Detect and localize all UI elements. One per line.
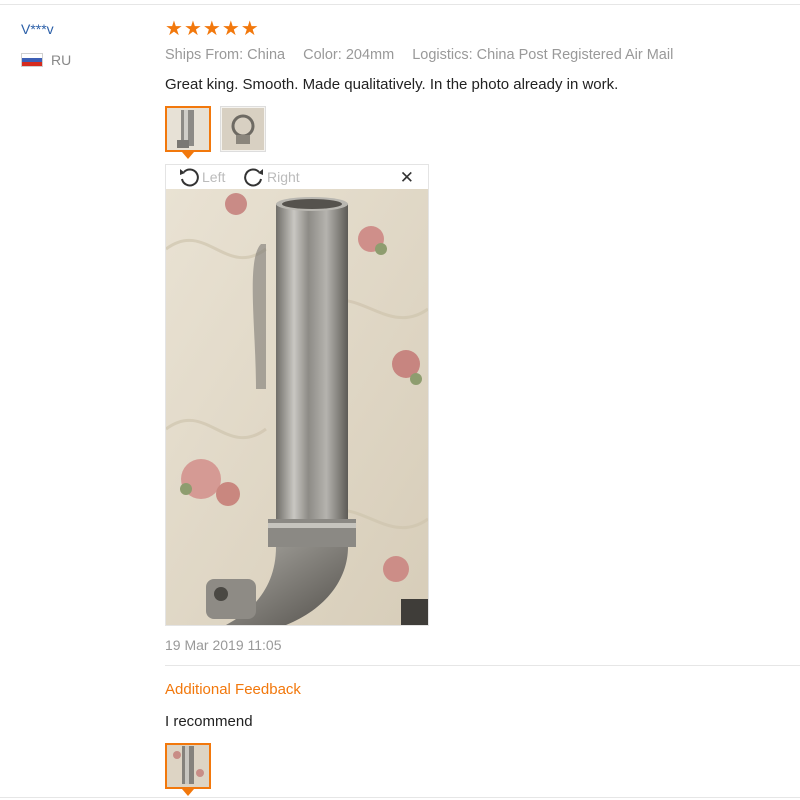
pipe-photo-thumbnail-image <box>167 745 209 787</box>
star-rating: ★ ★ ★ ★ ★ <box>165 18 259 40</box>
additional-feedback-text: I recommend <box>165 713 253 730</box>
bottom-divider <box>0 797 800 798</box>
pipe-photo-thumbnail-image <box>167 108 209 150</box>
reviewer-country: RU <box>21 52 71 68</box>
review-text: Great king. Smooth. Made qualitatively. … <box>165 76 619 93</box>
selected-thumbnail-indicator <box>182 152 194 159</box>
russia-flag-icon <box>21 53 43 67</box>
photo-viewer: Left Right ✕ <box>165 164 429 626</box>
rotate-right-label: Right <box>267 169 300 185</box>
top-divider <box>0 4 800 5</box>
country-code: RU <box>51 52 72 68</box>
rotate-right-button[interactable]: Right <box>243 166 300 188</box>
review-photo-large <box>166 189 428 625</box>
star-icon: ★ <box>240 18 259 40</box>
star-icon: ★ <box>221 18 240 40</box>
logistics: Logistics: China Post Registered Air Mai… <box>412 47 674 63</box>
rotate-left-label: Left <box>202 169 226 185</box>
selected-thumbnail-indicator <box>182 789 194 796</box>
color-variant: Color: 204mm <box>303 47 395 63</box>
review-photo-thumbnail[interactable] <box>165 106 211 152</box>
photo-viewer-toolbar: Left Right ✕ <box>166 165 428 189</box>
additional-photo-thumbnail[interactable] <box>165 743 211 789</box>
additional-feedback-heading: Additional Feedback <box>165 681 301 698</box>
review-photo-thumbnail[interactable] <box>220 106 266 152</box>
rotate-right-icon <box>244 168 263 187</box>
ships-from: Ships From: China <box>165 47 286 63</box>
star-icon: ★ <box>165 18 183 40</box>
section-divider <box>165 665 800 666</box>
clamp-photo-thumbnail-image <box>222 108 264 150</box>
close-icon[interactable]: ✕ <box>400 169 414 187</box>
rotate-left-icon <box>180 168 199 187</box>
rotate-left-button[interactable]: Left <box>178 166 225 188</box>
review-date: 19 Mar 2019 11:05 <box>165 637 282 653</box>
star-icon: ★ <box>183 18 202 40</box>
order-info: Ships From: China Color: 204mm Logistics… <box>165 47 687 63</box>
star-icon: ★ <box>202 18 221 40</box>
reviewer-name[interactable]: V***v <box>21 21 54 37</box>
